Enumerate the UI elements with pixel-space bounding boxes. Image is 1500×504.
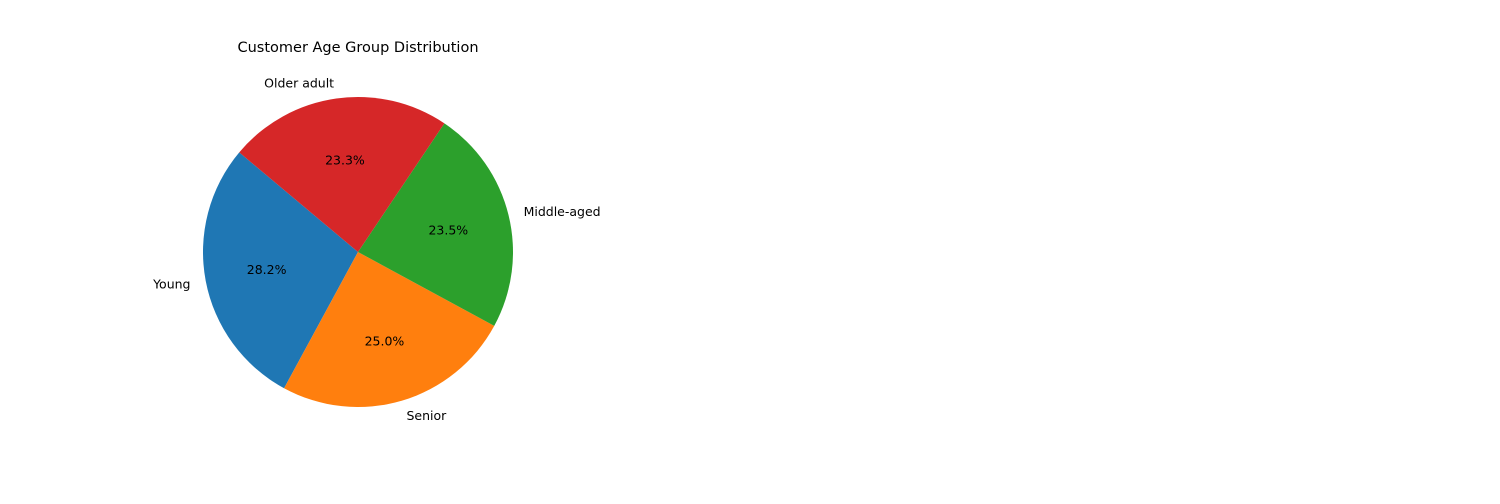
slice-label-young: Young bbox=[152, 276, 190, 291]
slice-percent-middle-aged: 23.5% bbox=[428, 222, 468, 237]
slice-label-middle-aged: Middle-aged bbox=[524, 204, 601, 219]
pie-slices bbox=[202, 96, 513, 407]
pie-chart: Customer Age Group Distribution Young 28.… bbox=[152, 40, 601, 423]
chart-title: Customer Age Group Distribution bbox=[237, 40, 478, 56]
chart-area: Customer Age Group Distribution Young 28.… bbox=[0, 0, 1500, 500]
slice-percent-older-adult: 23.3% bbox=[325, 152, 365, 167]
slice-percent-young: 28.2% bbox=[247, 262, 287, 277]
slice-label-older-adult: Older adult bbox=[264, 76, 334, 91]
slice-label-senior: Senior bbox=[406, 408, 447, 423]
slice-percent-senior: 25.0% bbox=[365, 334, 405, 349]
